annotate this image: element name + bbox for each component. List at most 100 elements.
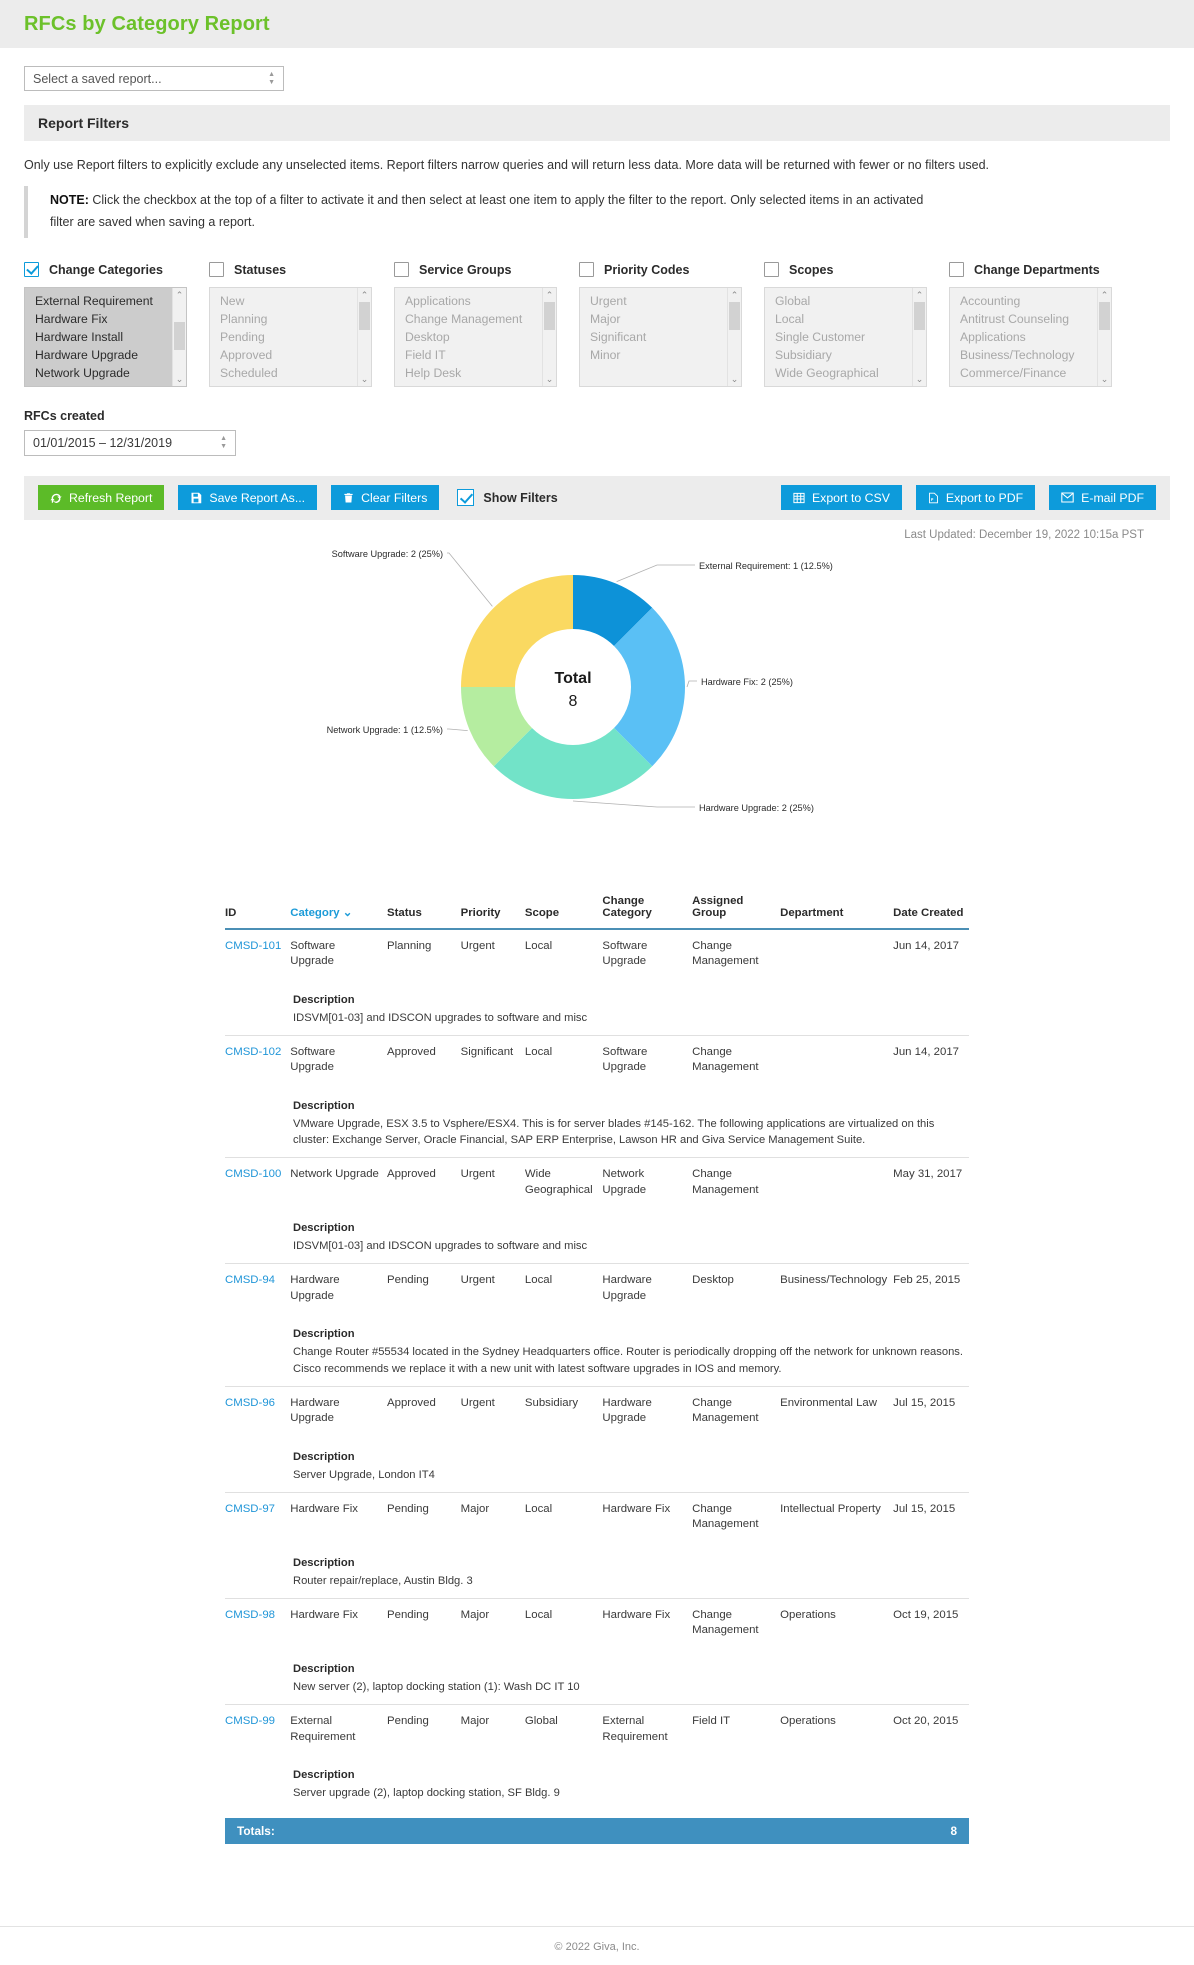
scroll-down-icon[interactable]: ⌄ [361,372,369,386]
scroll-down-icon[interactable]: ⌄ [546,372,554,386]
filter-option[interactable]: Wide Geographical [765,364,926,382]
filter-checkbox[interactable] [949,262,964,278]
scrollbar-thumb[interactable] [914,301,925,330]
filter-option[interactable]: Business/Technology [950,346,1111,364]
table-row[interactable]: CMSD-94 Hardware Upgrade Pending Urgent Loca… [225,1263,969,1304]
scroll-up-icon[interactable]: ⌃ [916,288,924,302]
listbox-scrollbar[interactable]: ⌃ ⌄ [542,287,556,386]
scroll-up-icon[interactable]: ⌃ [361,288,369,302]
export-csv-button[interactable]: Export to CSV [780,485,902,511]
rfc-id-link[interactable]: CMSD-102 [225,1046,281,1058]
filter-listbox[interactable]: Urgent Major Significant Minor ⌃ ⌄ [579,286,742,387]
filter-option[interactable]: Hardware Upgrade [25,346,186,364]
spinner-icon[interactable]: ▲ ▼ [268,71,275,86]
listbox-scrollbar[interactable]: ⌃ ⌄ [727,287,741,386]
clear-filters-button[interactable]: Clear Filters [331,485,440,511]
filter-option[interactable]: Hardware Fix [25,310,186,328]
listbox-scrollbar[interactable]: ⌃ ⌄ [172,287,186,386]
rfc-id-link[interactable]: CMSD-100 [225,1168,281,1180]
filter-checkbox[interactable] [394,262,409,278]
table-row[interactable]: CMSD-99 External Requirement Pending Major G… [225,1704,969,1745]
rfc-id-link[interactable]: CMSD-97 [225,1503,275,1515]
filter-listbox[interactable]: Global Local Single Customer Subsidiary Wide… [764,286,927,387]
scroll-up-icon[interactable]: ⌃ [176,288,184,302]
refresh-report-button[interactable]: Refresh Report [38,485,165,511]
filter-listbox[interactable]: Applications Change Management Desktop Fiel… [394,286,557,387]
scrollbar-thumb[interactable] [729,301,740,330]
column-header-priority[interactable]: Priority [461,895,525,929]
save-report-button[interactable]: Save Report As... [178,485,318,511]
listbox-scrollbar[interactable]: ⌃ ⌄ [912,287,926,386]
scrollbar-thumb[interactable] [1099,301,1110,330]
filter-option[interactable]: Hardware Install [25,328,186,346]
filter-option[interactable]: Urgent [580,292,741,310]
filter-option[interactable]: Change Management [395,310,556,328]
column-header-scope[interactable]: Scope [525,895,603,929]
filter-checkbox[interactable] [209,262,224,278]
date-range-input[interactable]: 01/01/2015 – 12/31/2019 ▲ ▼ [24,429,236,456]
scroll-up-icon[interactable]: ⌃ [731,288,739,302]
filter-option[interactable]: Local [765,310,926,328]
filter-option[interactable]: Planning [210,310,371,328]
filter-option[interactable]: External Requirement [25,292,186,310]
spinner-icon[interactable]: ▲ ▼ [220,435,227,450]
filter-option[interactable]: New [210,292,371,310]
table-row[interactable]: CMSD-102 Software Upgrade Approved Signific… [225,1035,969,1076]
scroll-down-icon[interactable]: ⌄ [176,372,184,386]
rfc-id-link[interactable]: CMSD-94 [225,1274,275,1286]
filter-option[interactable]: Desktop [395,328,556,346]
scrollbar-thumb[interactable] [544,301,555,330]
rfc-id-link[interactable]: CMSD-98 [225,1609,275,1621]
filter-option[interactable]: Commerce/Finance [950,364,1111,382]
filter-option[interactable]: Accounting [950,292,1111,310]
filter-checkbox[interactable] [24,262,39,278]
filter-option[interactable]: Single Customer [765,328,926,346]
filter-option[interactable]: Help Desk [395,364,556,382]
filter-option[interactable]: Pending [210,328,371,346]
listbox-scrollbar[interactable]: ⌃ ⌄ [357,287,371,386]
column-header-assigned-group[interactable]: Assigned Group [692,895,780,929]
rfc-id-link[interactable]: CMSD-101 [225,940,281,952]
filter-option[interactable]: Significant [580,328,741,346]
filter-option[interactable]: Approved [210,346,371,364]
scroll-down-icon[interactable]: ⌄ [731,372,739,386]
filter-option[interactable]: Antitrust Counseling [950,310,1111,328]
table-row[interactable]: CMSD-97 Hardware Fix Pending Major Local Hard… [225,1492,969,1532]
table-row[interactable]: CMSD-100 Network Upgrade Approved Urgent Wid… [225,1157,969,1198]
column-header-department[interactable]: Department [780,895,893,929]
table-row[interactable]: CMSD-96 Hardware Upgrade Approved Urgent Sub… [225,1386,969,1426]
rfc-id-link[interactable]: CMSD-96 [225,1397,275,1409]
table-row[interactable]: CMSD-98 Hardware Fix Pending Major Local Hard… [225,1598,969,1639]
export-pdf-button[interactable]: Export to PDF [915,485,1036,511]
filter-listbox[interactable]: External Requirement Hardware Fix Hardware… [24,286,187,387]
saved-report-select[interactable]: Select a saved report... ▲ ▼ [24,66,284,91]
filter-option[interactable]: Scheduled [210,364,371,382]
table-row[interactable]: CMSD-101 Software Upgrade Planning Urgent Lo… [225,929,969,970]
filter-option[interactable]: Applications [395,292,556,310]
show-filters-checkbox[interactable] [457,489,475,507]
column-header-category[interactable]: Category ⌄ [290,895,387,929]
show-filters-toggle[interactable]: Show Filters [457,489,558,507]
scroll-up-icon[interactable]: ⌃ [1101,288,1109,302]
filter-listbox[interactable]: New Planning Pending Approved Scheduled ⌃ ⌄ [209,286,372,387]
filter-option[interactable]: Major [580,310,741,328]
scroll-down-icon[interactable]: ⌄ [916,372,924,386]
column-header-status[interactable]: Status [387,895,461,929]
email-pdf-button[interactable]: E-mail PDF [1049,485,1156,511]
filter-option[interactable]: Global [765,292,926,310]
rfc-id-link[interactable]: CMSD-99 [225,1715,275,1727]
filter-listbox[interactable]: Accounting Antitrust Counseling Applicatio… [949,286,1112,387]
scrollbar-thumb[interactable] [174,321,185,350]
scroll-down-icon[interactable]: ⌄ [1101,372,1109,386]
filter-option[interactable]: Minor [580,346,741,364]
filter-option[interactable]: Subsidiary [765,346,926,364]
filter-option[interactable]: Applications [950,328,1111,346]
column-header-id[interactable]: ID [225,895,290,929]
column-header-date-created[interactable]: Date Created [893,895,969,929]
filter-checkbox[interactable] [579,262,594,278]
scroll-up-icon[interactable]: ⌃ [546,288,554,302]
column-header-change-category[interactable]: Change Category [602,895,692,929]
filter-option[interactable]: Network Upgrade [25,364,186,382]
filter-checkbox[interactable] [764,262,779,278]
scrollbar-thumb[interactable] [359,301,370,330]
